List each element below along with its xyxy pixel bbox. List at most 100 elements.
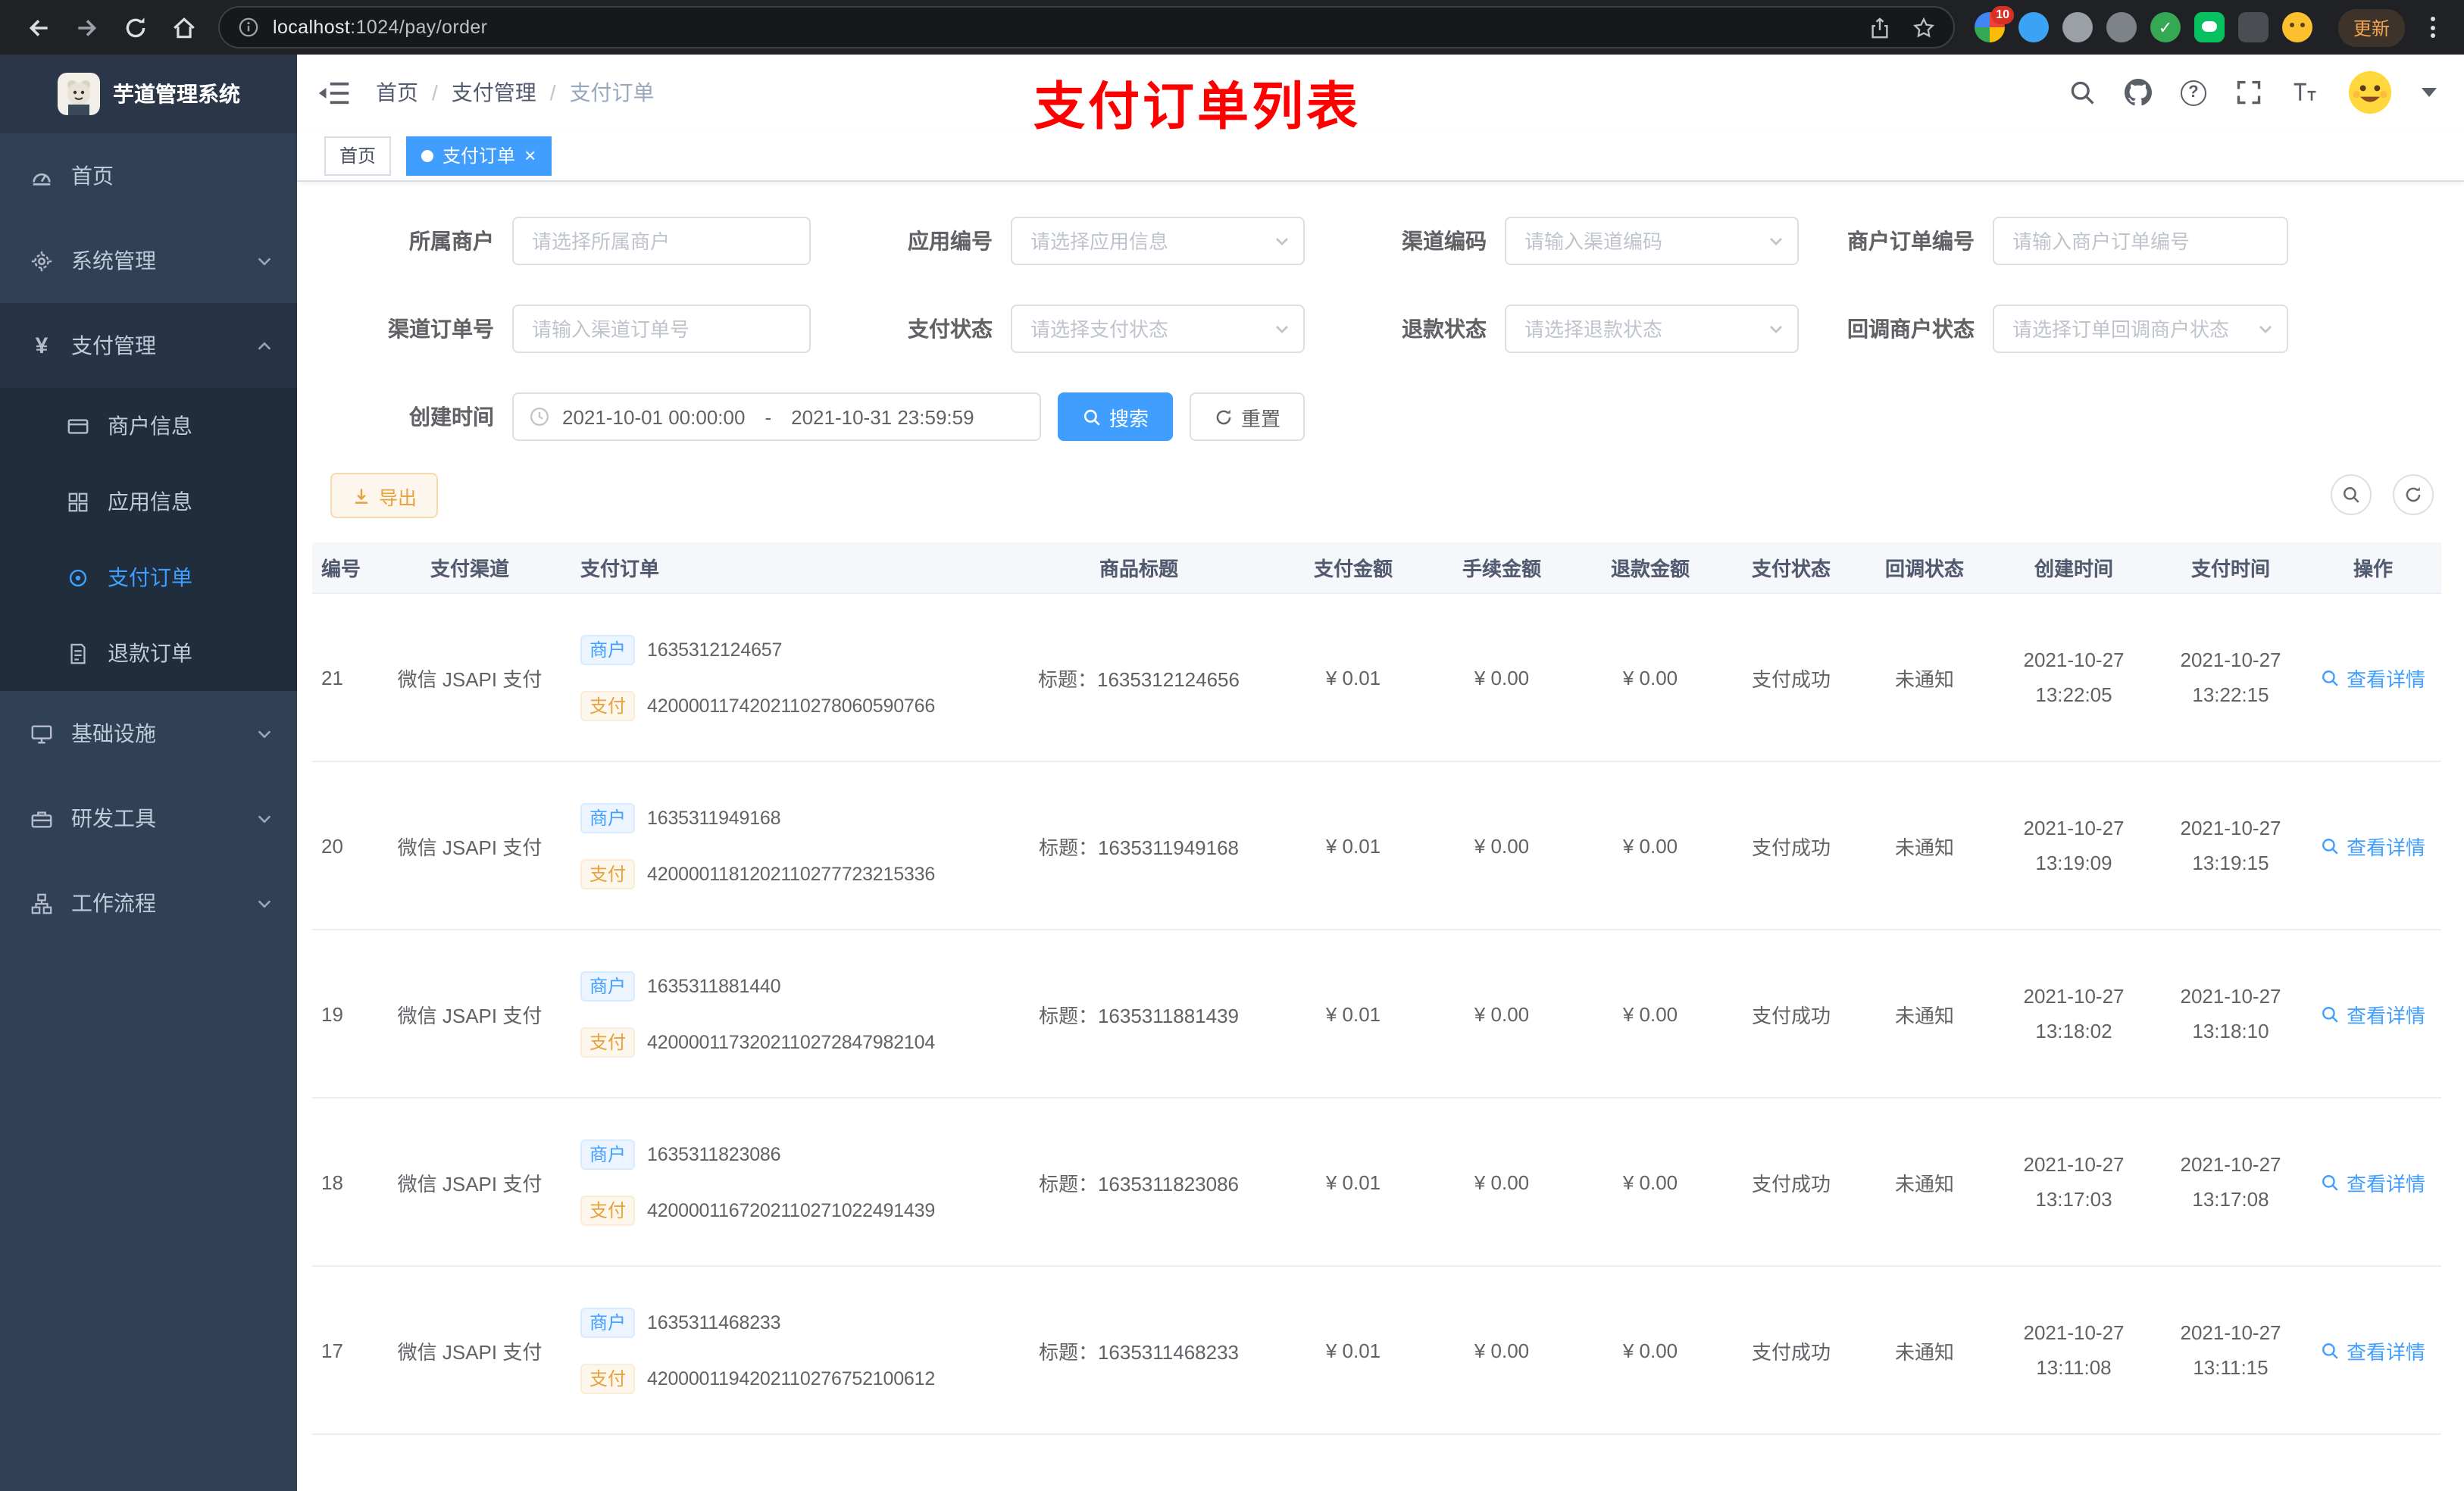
sidebar-item-workflow[interactable]: 工作流程	[0, 861, 297, 946]
extension-wechat-devtools-icon[interactable]	[2194, 12, 2225, 42]
orders-table: 编号 支付渠道 支付订单 商品标题 支付金额 手续金额 退款金额 支付状态 回调…	[312, 542, 2441, 1491]
export-button[interactable]: 导出	[330, 473, 439, 518]
filter-refund-status: 退款状态	[1305, 305, 1799, 353]
extension-dark-icon[interactable]	[2238, 12, 2269, 42]
hamburger-icon[interactable]	[318, 80, 350, 105]
channel-order-no-input[interactable]	[512, 305, 811, 353]
table-search-toggle-button[interactable]	[2331, 474, 2372, 515]
breadcrumb-pay[interactable]: 支付管理	[452, 77, 536, 108]
tab-pay-order[interactable]: 支付订单 ×	[406, 136, 552, 175]
extension-gray-icon[interactable]	[2062, 12, 2093, 42]
refund-status-select[interactable]	[1505, 305, 1799, 353]
dashboard-icon	[33, 172, 51, 185]
active-dot	[421, 149, 434, 161]
table-toolbar: 导出	[312, 473, 2449, 518]
cell-id: 20	[321, 834, 343, 857]
sidebar-item-infra[interactable]: 基础设施	[0, 691, 297, 776]
col-order: 支付订单	[580, 558, 660, 580]
pay-order-no: 4200001174202110278060590766	[647, 695, 936, 716]
browser-profile-avatar[interactable]	[2282, 12, 2312, 42]
sidebar-item-home[interactable]: 首页	[0, 133, 297, 218]
sidebar-item-refund-order[interactable]: 退款订单	[0, 615, 297, 691]
cell-fee: ¥ 0.00	[1474, 1002, 1530, 1025]
filter-label: 退款状态	[1402, 317, 1487, 341]
browser-reload-button[interactable]	[112, 5, 158, 50]
col-title: 商品标题	[1099, 558, 1178, 580]
extension-check-icon[interactable]: ✓	[2150, 12, 2181, 42]
help-icon[interactable]: ?	[2181, 80, 2206, 105]
browser-home-button[interactable]	[161, 5, 206, 50]
date-range-picker[interactable]: 2021-10-01 00:00:00 - 2021-10-31 23:59:5…	[512, 392, 1041, 441]
sidebar-item-pay[interactable]: ¥ 支付管理	[0, 303, 297, 388]
cell-title: 标题：1635311881439	[1038, 1004, 1240, 1027]
browser-forward-button[interactable]	[64, 5, 109, 50]
cell-fee: ¥ 0.00	[1474, 834, 1530, 857]
cell-actions: 查看详情	[2305, 663, 2441, 692]
col-create-time: 创建时间	[2034, 558, 2113, 580]
extension-drop-icon[interactable]	[2018, 12, 2049, 42]
callback-status-select[interactable]	[1993, 305, 2288, 353]
filter-row-3: 创建时间 2021-10-01 00:00:00 - 2021-10-31 23…	[312, 392, 2449, 441]
cell-status: 支付成功	[1751, 1172, 1831, 1195]
credit-card-icon	[67, 418, 89, 433]
fullscreen-icon[interactable]	[2235, 79, 2262, 106]
refresh-icon	[2406, 486, 2421, 502]
merchant-order-no: 1635311949168	[647, 807, 781, 828]
cell-create-time: 2021-10-27 13:22:05	[2023, 649, 2125, 706]
channel-code-select[interactable]	[1505, 217, 1799, 265]
cell-amount: ¥ 0.01	[1325, 1002, 1381, 1025]
github-icon[interactable]	[2125, 79, 2152, 106]
col-notify: 回调状态	[1884, 558, 1964, 580]
search-icon[interactable]	[2068, 79, 2096, 106]
breadcrumb-home[interactable]: 首页	[376, 77, 418, 108]
sidebar-item-devtools[interactable]: 研发工具	[0, 776, 297, 861]
user-avatar[interactable]	[2347, 70, 2393, 115]
browser-back-button[interactable]	[15, 5, 61, 50]
view-detail-link[interactable]: 查看详情	[2321, 999, 2425, 1028]
view-detail-link[interactable]: 查看详情	[2321, 1336, 2425, 1364]
view-detail-link[interactable]: 查看详情	[2321, 663, 2425, 692]
search-button[interactable]: 搜索	[1058, 392, 1174, 441]
sidebar-item-pay-order[interactable]: 支付订单	[0, 539, 297, 615]
table-row: 17 微信 JSAPI 支付 商户 1635311468233 支付 4200001…	[312, 1267, 2441, 1435]
extension-badge: 10	[1991, 6, 2014, 24]
sidebar-item-label: 工作流程	[71, 891, 156, 915]
table-refresh-button[interactable]	[2393, 474, 2434, 515]
bookmark-star-icon[interactable]	[1912, 16, 1935, 39]
search-icon	[2322, 838, 2339, 854]
target-icon	[69, 568, 87, 586]
chevron-down-icon[interactable]	[2422, 88, 2437, 97]
view-detail-link[interactable]: 查看详情	[2321, 1167, 2425, 1196]
merchant-select[interactable]	[512, 217, 811, 265]
extension-pie-icon[interactable]: 10	[1975, 6, 2014, 42]
table-header: 编号 支付渠道 支付订单 商品标题 支付金额 手续金额 退款金额 支付状态 回调…	[312, 542, 2441, 594]
sidebar-item-app-info[interactable]: 应用信息	[0, 464, 297, 539]
cell-notify: 未通知	[1894, 836, 1954, 858]
sidebar-item-merchant-info[interactable]: 商户信息	[0, 388, 297, 464]
sidebar-item-system[interactable]: 系统管理	[0, 218, 297, 303]
annotation-title: 支付订单列表	[1033, 79, 1361, 136]
sidebar: 芋道管理系统 首页 系统管理 ¥ 支付管理 商户信息 应用信息 支付订单 退款订…	[0, 55, 297, 1491]
address-bar[interactable]: localhost:1024/pay/order	[218, 6, 1955, 48]
cell-order: 商户 1635311949168 支付 4200001181202110277723…	[559, 802, 999, 889]
browser-update-button[interactable]: 更新	[2338, 8, 2406, 46]
close-icon[interactable]: ×	[524, 145, 536, 165]
share-icon[interactable]	[1868, 16, 1891, 39]
pay-status-select[interactable]	[1011, 305, 1305, 353]
app-no-select[interactable]	[1011, 217, 1305, 265]
cell-order: 商户 1635311468233 支付 4200001194202110276752…	[559, 1307, 999, 1393]
cell-status: 支付成功	[1751, 836, 1831, 858]
font-size-icon[interactable]	[2291, 79, 2319, 106]
merchant-order-no-input[interactable]	[1993, 217, 2288, 265]
tab-home[interactable]: 首页	[324, 136, 392, 175]
cell-create-time: 2021-10-27 13:17:03	[2023, 1153, 2125, 1211]
view-detail-link[interactable]: 查看详情	[2321, 831, 2425, 860]
extension-gray2-icon[interactable]	[2106, 12, 2137, 42]
cell-pay-time: 2021-10-27 13:11:15	[2180, 1321, 2281, 1379]
browser-menu-button[interactable]	[2417, 14, 2449, 40]
filter-label: 渠道编码	[1402, 229, 1487, 253]
breadcrumb-current: 支付订单	[569, 80, 655, 105]
reset-button[interactable]: 重置	[1190, 392, 1305, 441]
col-pay-time: 支付时间	[2190, 558, 2270, 580]
cell-amount: ¥ 0.01	[1325, 666, 1381, 689]
